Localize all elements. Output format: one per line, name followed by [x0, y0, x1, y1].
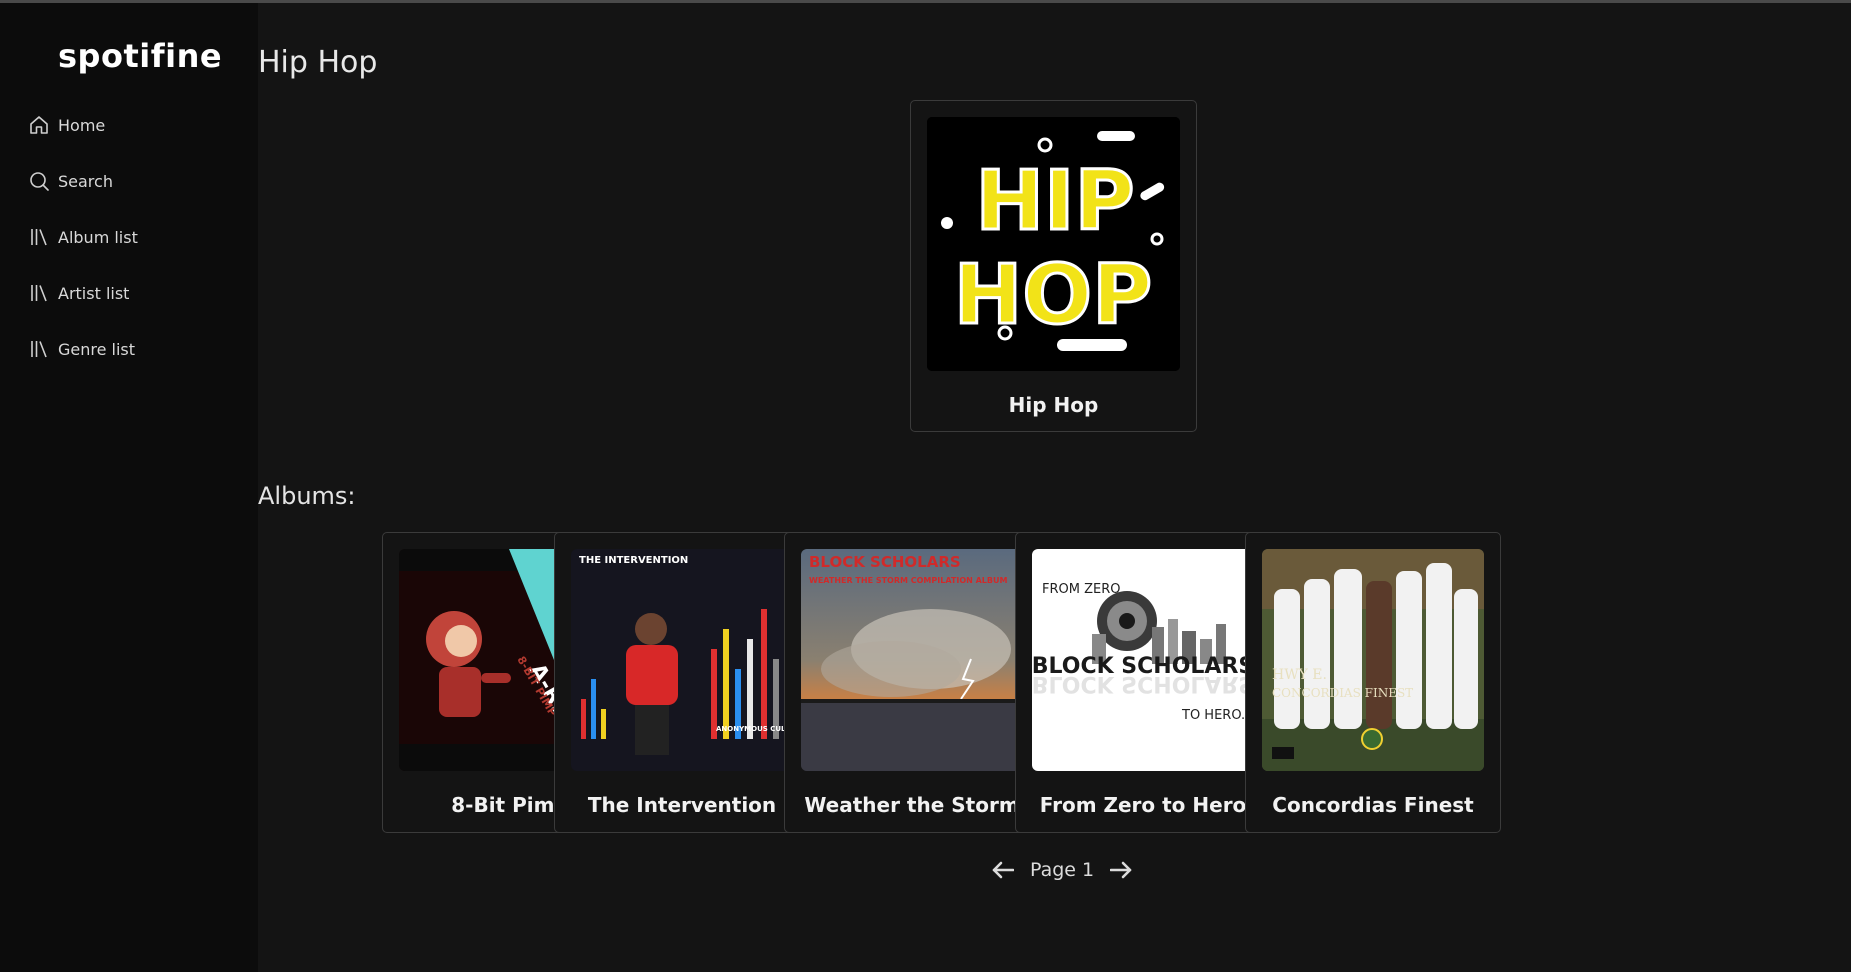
- arrow-left-icon: [992, 861, 1014, 879]
- main-content: Hip Hop HIP HOP Hip Hop Albums: 8-BIT PI…: [258, 3, 1851, 972]
- genre-card[interactable]: HIP HOP Hip Hop: [910, 100, 1197, 432]
- album-card[interactable]: THE INTERVENTION ANONYMOUS CULTURE The I…: [554, 532, 810, 833]
- sidebar-item-search[interactable]: Search: [28, 166, 238, 196]
- album-art-subtitle: CONCORDIAS FINEST: [1272, 686, 1413, 700]
- sidebar-item-genre-list[interactable]: Genre list: [28, 334, 238, 364]
- svg-text:BLOCK SCHOLARS: BLOCK SCHOLARS: [1032, 671, 1254, 696]
- pagination: Page 1: [986, 853, 1186, 887]
- album-cover-art: BLOCK SCHOLARS WEATHER THE STORM COMPILA…: [801, 549, 1023, 771]
- genre-name: Hip Hop: [1008, 393, 1099, 417]
- sidebar-item-artist-list[interactable]: Artist list: [28, 278, 238, 308]
- album-art-title: BLOCK SCHOLARS: [809, 553, 961, 571]
- albums-section-title: Albums:: [258, 482, 356, 510]
- album-title: From Zero to Hero: [1039, 793, 1247, 817]
- album-title: The Intervention: [587, 793, 777, 817]
- album-art-subtitle: WEATHER THE STORM COMPILATION ALBUM: [809, 576, 1007, 585]
- library-icon: [28, 282, 50, 304]
- album-card[interactable]: FROM ZERO BLOCK SCHOLARS BLOCK SCHOLARS …: [1015, 532, 1271, 833]
- genre-art-text-bottom: HOP: [954, 248, 1152, 343]
- sidebar-item-label: Genre list: [58, 339, 136, 359]
- album-title: Concordias Finest: [1272, 793, 1474, 817]
- prev-page-button[interactable]: [986, 853, 1020, 887]
- album-cover-art: THE INTERVENTION ANONYMOUS CULTURE: [571, 549, 793, 771]
- sidebar: spotifine Home Search Album list Artist …: [0, 3, 258, 972]
- page-title: Hip Hop: [258, 45, 378, 80]
- album-art-title: HWY E.: [1272, 667, 1327, 683]
- home-icon: [28, 114, 50, 136]
- album-card[interactable]: BLOCK SCHOLARS WEATHER THE STORM COMPILA…: [784, 532, 1040, 833]
- app-logo[interactable]: spotifine: [58, 37, 222, 75]
- sidebar-item-label: Search: [58, 171, 113, 191]
- arrow-right-icon: [1110, 861, 1132, 879]
- album-card[interactable]: HWY E. CONCORDIAS FINEST Concordias Fine…: [1245, 532, 1501, 833]
- album-cover-art: HWY E. CONCORDIAS FINEST: [1262, 549, 1484, 771]
- album-art-subtitle: ANONYMOUS CULTURE: [716, 725, 793, 733]
- sidebar-item-label: Home: [58, 115, 106, 135]
- album-cover-art: FROM ZERO BLOCK SCHOLARS BLOCK SCHOLARS …: [1032, 549, 1254, 771]
- page-indicator: Page 1: [1030, 859, 1095, 881]
- genre-cover-art: HIP HOP: [927, 117, 1180, 371]
- sidebar-item-label: Album list: [58, 227, 138, 247]
- album-title: Weather the Storm: [804, 793, 1020, 817]
- sidebar-item-album-list[interactable]: Album list: [28, 222, 238, 252]
- album-art-subtitle-2: TO HERO...: [1181, 708, 1253, 723]
- search-icon: [28, 170, 50, 192]
- genre-art-text-top: HIP: [975, 154, 1134, 249]
- next-page-button[interactable]: [1104, 853, 1138, 887]
- album-art-subtitle: FROM ZERO: [1042, 582, 1120, 597]
- library-icon: [28, 338, 50, 360]
- library-icon: [28, 226, 50, 248]
- album-art-title: THE INTERVENTION: [579, 555, 688, 566]
- sidebar-item-label: Artist list: [58, 283, 130, 303]
- sidebar-item-home[interactable]: Home: [28, 110, 238, 140]
